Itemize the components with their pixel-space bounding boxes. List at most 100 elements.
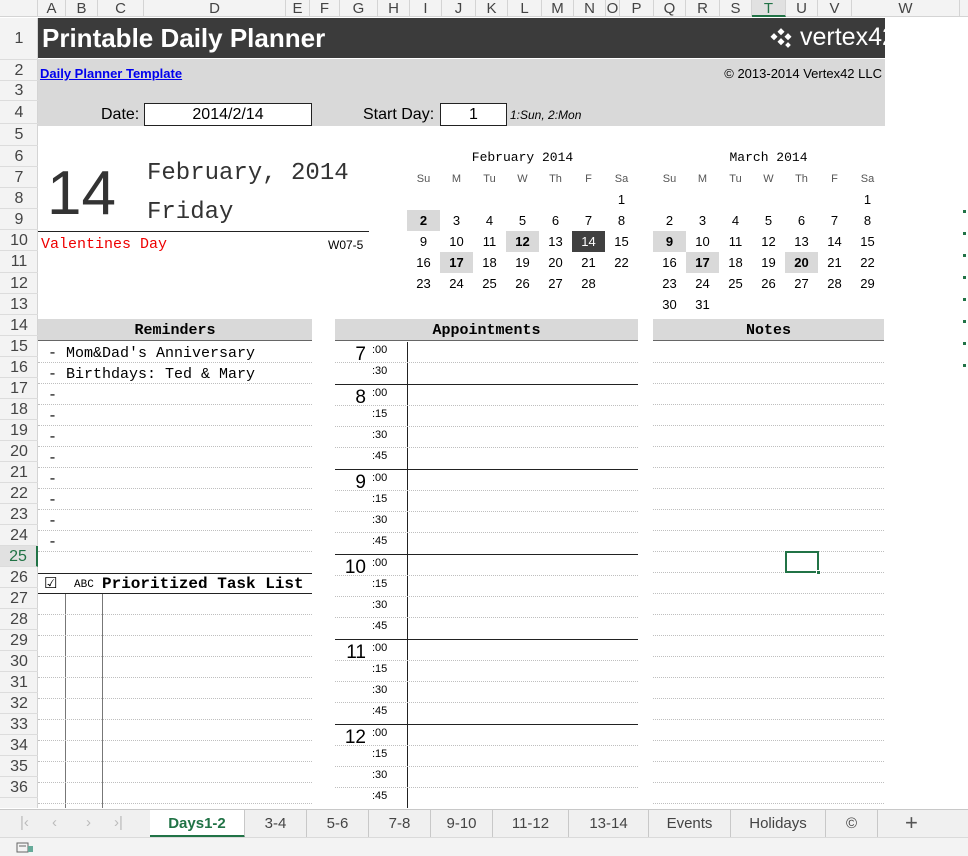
notes-line[interactable] [653, 762, 884, 783]
notes-line[interactable] [653, 573, 884, 594]
row-header[interactable]: 17 [0, 378, 38, 399]
appointment-slot[interactable]: :45 [335, 618, 638, 639]
notes-line[interactable] [653, 699, 884, 720]
task-row[interactable] [38, 699, 312, 720]
sheet-tab[interactable]: 7-8 [369, 810, 431, 838]
appointment-slot[interactable]: :15 [335, 746, 638, 767]
row-header[interactable]: 3 [0, 81, 38, 101]
calendar-day[interactable]: 1 [851, 189, 884, 210]
calendar-day[interactable]: 19 [752, 252, 785, 273]
calendar-day[interactable]: 21 [818, 252, 851, 273]
start-day-input[interactable]: 1 [440, 103, 507, 126]
sheet-tab[interactable]: 5-6 [307, 810, 369, 838]
calendar-day[interactable]: 31 [686, 294, 719, 315]
sheet-tab[interactable]: 3-4 [245, 810, 307, 838]
calendar-day[interactable]: 11 [719, 231, 752, 252]
row-header[interactable]: 7 [0, 167, 38, 188]
calendar-day[interactable]: 2 [653, 210, 686, 231]
row-header[interactable]: 11 [0, 251, 38, 273]
macro-record-icon[interactable] [16, 841, 34, 854]
calendar-day[interactable] [752, 294, 785, 315]
reminder-item[interactable]: - [38, 489, 312, 510]
row-header[interactable]: 34 [0, 735, 38, 756]
appointment-slot[interactable]: :30 [335, 512, 638, 533]
next-sheet-icon[interactable]: › [86, 814, 91, 831]
reminder-item[interactable]: - Birthdays: Ted & Mary [38, 363, 312, 384]
column-header[interactable]: H [378, 0, 410, 17]
reminder-item[interactable]: - Mom&Dad's Anniversary [38, 342, 312, 363]
row-header[interactable]: 16 [0, 357, 38, 378]
notes-line[interactable] [653, 426, 884, 447]
column-header[interactable]: U [786, 0, 818, 17]
row-header[interactable]: 22 [0, 483, 38, 504]
calendar-day[interactable]: 23 [653, 273, 686, 294]
column-header[interactable]: T [752, 0, 786, 17]
fill-handle[interactable] [816, 570, 821, 575]
calendar-day[interactable]: 6 [539, 210, 572, 231]
notes-area[interactable] [653, 342, 884, 804]
row-header[interactable]: 25 [0, 546, 38, 567]
notes-line[interactable] [653, 489, 884, 510]
reminder-item[interactable]: - [38, 468, 312, 489]
calendar-day[interactable]: 8 [851, 210, 884, 231]
calendar-day[interactable]: 12 [506, 231, 539, 252]
calendar-day[interactable]: 24 [440, 273, 473, 294]
appointment-slot[interactable]: :15 [335, 661, 638, 682]
row-header[interactable]: 31 [0, 672, 38, 693]
reminder-item[interactable]: - [38, 405, 312, 426]
row-header[interactable]: 10 [0, 230, 38, 251]
row-header[interactable]: 14 [0, 315, 38, 336]
appointment-slot[interactable]: :00 [335, 640, 638, 661]
calendar-day[interactable]: 16 [407, 252, 440, 273]
calendar-day[interactable]: 23 [407, 273, 440, 294]
row-header[interactable]: 26 [0, 567, 38, 588]
appointment-slot[interactable]: :30 [335, 363, 638, 384]
calendar-day[interactable]: 4 [473, 210, 506, 231]
calendar-day[interactable]: 16 [653, 252, 686, 273]
notes-line[interactable] [653, 657, 884, 678]
row-header[interactable]: 18 [0, 399, 38, 420]
row-header[interactable]: 33 [0, 714, 38, 735]
column-header[interactable]: Q [654, 0, 686, 17]
calendar-day[interactable]: 7 [818, 210, 851, 231]
task-row[interactable] [38, 636, 312, 657]
calendar-day[interactable]: 21 [572, 252, 605, 273]
appointment-slot[interactable]: :45 [335, 448, 638, 469]
calendar-day[interactable]: 27 [539, 273, 572, 294]
calendar-day[interactable]: 18 [719, 252, 752, 273]
calendar-day[interactable]: 10 [440, 231, 473, 252]
sheet-tab[interactable]: Events [649, 810, 731, 838]
sheet-tab[interactable]: 13-14 [569, 810, 649, 838]
column-header[interactable]: A [38, 0, 66, 17]
notes-line[interactable] [653, 468, 884, 489]
sheet-tab[interactable]: 9-10 [431, 810, 493, 838]
calendar-day[interactable]: 13 [785, 231, 818, 252]
add-sheet-button[interactable]: + [905, 810, 918, 836]
select-all-corner[interactable] [0, 0, 38, 17]
calendar-day[interactable] [752, 189, 785, 210]
calendar-day[interactable]: 2 [407, 210, 440, 231]
calendar-day[interactable] [407, 189, 440, 210]
sheet-tab[interactable]: 11-12 [493, 810, 569, 838]
reminder-item[interactable]: - [38, 384, 312, 405]
calendar-day[interactable] [605, 273, 638, 294]
task-row[interactable] [38, 615, 312, 636]
column-header[interactable]: L [508, 0, 542, 17]
row-header[interactable]: 27 [0, 588, 38, 609]
column-header[interactable]: I [410, 0, 442, 17]
calendar-day[interactable]: 1 [605, 189, 638, 210]
column-header[interactable]: E [286, 0, 310, 17]
calendar-day[interactable]: 14 [818, 231, 851, 252]
row-header[interactable]: 13 [0, 294, 38, 315]
row-header[interactable]: 2 [0, 60, 38, 81]
row-header[interactable]: 1 [0, 18, 38, 60]
calendar-day[interactable] [818, 294, 851, 315]
notes-line[interactable] [653, 405, 884, 426]
date-input[interactable]: 2014/2/14 [144, 103, 312, 126]
last-sheet-icon[interactable]: ›| [114, 814, 123, 831]
appointment-slot[interactable]: :30 [335, 682, 638, 703]
calendar-day[interactable] [506, 189, 539, 210]
column-header[interactable]: O [606, 0, 620, 17]
calendar-day[interactable]: 10 [686, 231, 719, 252]
task-row[interactable] [38, 741, 312, 762]
